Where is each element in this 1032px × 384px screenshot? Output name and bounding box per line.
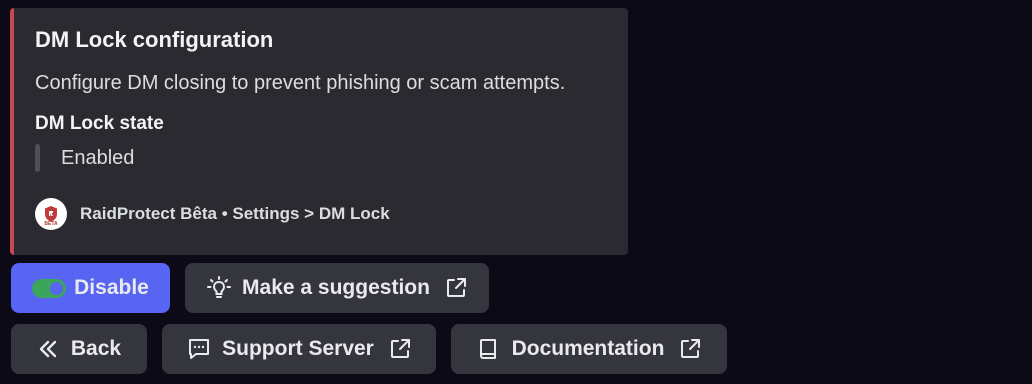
embed-footer: BÊTA RaidProtect Bêta • Settings > DM Lo… (35, 198, 390, 230)
field-name: DM Lock state (35, 113, 164, 134)
support-server-label: Support Server (222, 337, 374, 360)
chat-bubble-icon (186, 336, 212, 362)
avatar-beta-label: BÊTA (44, 221, 58, 227)
external-link-icon (388, 337, 412, 361)
make-suggestion-button[interactable]: Make a suggestion (185, 263, 489, 313)
embed-card: DM Lock configuration Configure DM closi… (10, 8, 628, 255)
support-server-button[interactable]: Support Server (162, 324, 436, 374)
raidprotect-avatar: BÊTA (35, 198, 67, 230)
disable-button[interactable]: Disable (11, 263, 170, 313)
disable-button-label: Disable (74, 276, 149, 299)
field-value: Enabled (35, 144, 608, 172)
toggle-on-icon (32, 278, 67, 298)
quote-bar (35, 144, 40, 172)
field-value-text: Enabled (61, 146, 135, 169)
book-icon (476, 337, 500, 361)
back-label: Back (70, 337, 122, 360)
footer-text: RaidProtect Bêta • Settings > DM Lock (80, 204, 390, 223)
embed-title: DM Lock configuration (35, 27, 274, 52)
back-button[interactable]: Back (11, 324, 147, 374)
make-suggestion-label: Make a suggestion (242, 276, 430, 299)
embed-description: Configure DM closing to prevent phishing… (35, 72, 566, 94)
documentation-button[interactable]: Documentation (451, 324, 727, 374)
double-chevron-left-icon (37, 338, 59, 360)
documentation-label: Documentation (511, 337, 665, 360)
external-link-icon (444, 276, 468, 300)
lightbulb-icon (206, 275, 232, 301)
external-link-icon (678, 337, 702, 361)
